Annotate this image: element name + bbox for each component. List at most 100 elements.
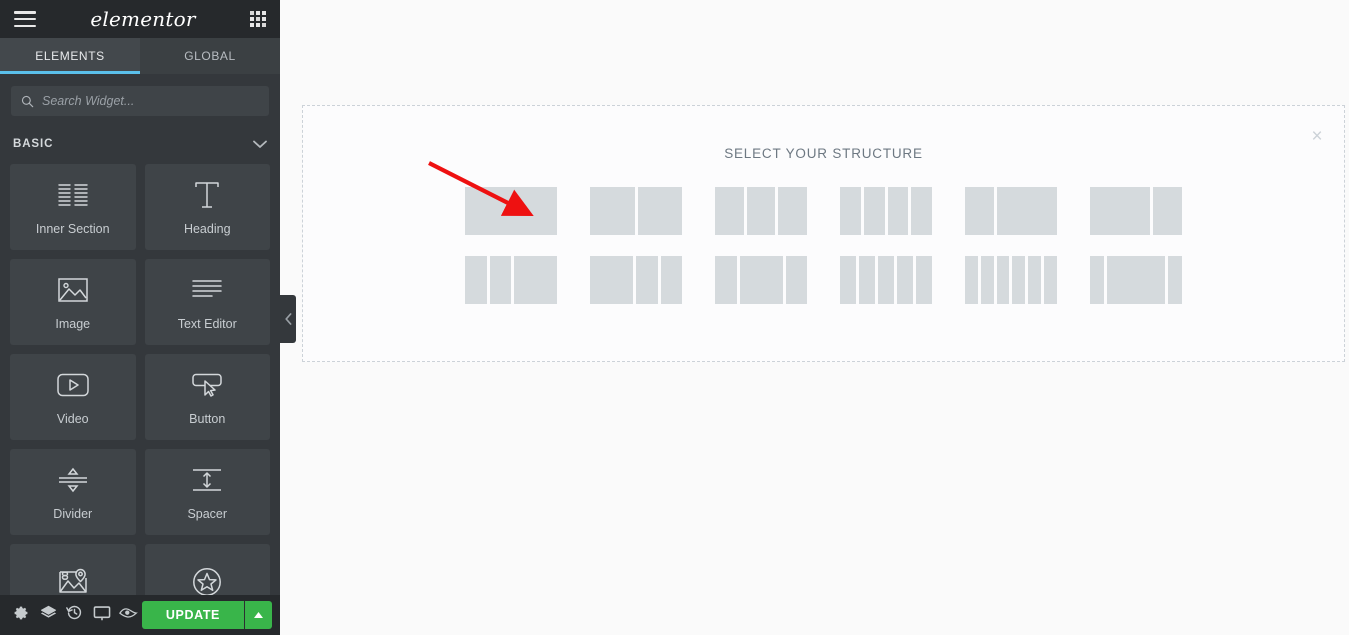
widget-divider[interactable]: Divider xyxy=(10,449,136,535)
section-basic-title: BASIC xyxy=(13,138,54,150)
widget-heading[interactable]: Heading xyxy=(144,164,270,250)
monitor-icon xyxy=(93,604,111,627)
eye-icon xyxy=(119,606,138,625)
panel-footer-bar: UPDATE xyxy=(0,595,280,635)
star-circle-icon xyxy=(192,566,222,598)
divider-icon xyxy=(58,464,88,496)
editor-canvas: × SELECT YOUR STRUCTURE xyxy=(280,0,1349,635)
widget-spacer[interactable]: Spacer xyxy=(144,449,270,535)
structure-preset-33-33-33[interactable] xyxy=(715,187,808,235)
caret-up-icon xyxy=(254,612,263,618)
update-button[interactable]: UPDATE xyxy=(141,601,244,629)
structure-preset-25-50-25[interactable] xyxy=(715,256,807,304)
preset-column xyxy=(997,187,1057,235)
preset-column xyxy=(1168,256,1183,304)
preset-column xyxy=(863,187,885,235)
text-editor-icon xyxy=(192,274,222,306)
section-basic-header[interactable]: BASIC xyxy=(0,124,280,164)
image-icon xyxy=(58,274,88,306)
preset-column xyxy=(980,256,994,304)
update-options-caret[interactable] xyxy=(244,601,272,629)
structure-title: SELECT YOUR STRUCTURE xyxy=(724,146,923,161)
search-icon xyxy=(21,95,34,107)
preset-column xyxy=(660,256,682,304)
navigator-button[interactable] xyxy=(35,595,62,635)
widget-video[interactable]: Video xyxy=(10,354,136,440)
new-section-dropzone[interactable]: × SELECT YOUR STRUCTURE xyxy=(302,105,1345,362)
tab-elements-label: ELEMENTS xyxy=(35,49,105,63)
history-clock-icon xyxy=(66,604,83,626)
preset-column xyxy=(965,187,995,235)
search-widget-box[interactable] xyxy=(11,86,269,116)
widget-label: Spacer xyxy=(187,506,228,521)
preview-button[interactable] xyxy=(115,595,142,635)
preset-column xyxy=(715,187,744,235)
responsive-button[interactable] xyxy=(88,595,115,635)
widgets-panel: elementor ELEMENTS GLOBAL Search Widget.… xyxy=(0,0,296,635)
preset-column xyxy=(965,256,978,304)
preset-column xyxy=(465,187,557,235)
widget-grid: Inner Section Heading Image Text Editor … xyxy=(0,164,280,630)
panel-tabs: ELEMENTS GLOBAL xyxy=(0,38,280,74)
close-icon[interactable]: × xyxy=(1307,127,1327,147)
heading-t-icon xyxy=(192,179,222,211)
structure-preset-20-20-20-20-20[interactable] xyxy=(840,256,932,304)
structure-preset-16-16-16-16-16-16[interactable] xyxy=(965,256,1057,304)
preset-column xyxy=(489,256,511,304)
search-wrapper xyxy=(0,74,280,116)
elementor-logo: elementor xyxy=(90,7,196,31)
preset-column xyxy=(1012,256,1026,304)
widget-label: Button xyxy=(189,411,226,426)
settings-button[interactable] xyxy=(8,595,35,635)
preset-column xyxy=(636,256,658,304)
structure-preset-50-25-25[interactable] xyxy=(590,256,682,304)
preset-column xyxy=(746,187,776,235)
preset-column xyxy=(878,256,894,304)
panel-body: BASIC xyxy=(0,74,280,635)
widget-label: Image xyxy=(55,316,91,331)
preset-column xyxy=(1090,187,1150,235)
preset-column xyxy=(778,187,808,235)
history-button[interactable] xyxy=(62,595,89,635)
tab-elements[interactable]: ELEMENTS xyxy=(0,38,140,74)
preset-column xyxy=(840,187,861,235)
preset-column xyxy=(897,256,913,304)
panel-collapse-handle[interactable] xyxy=(280,295,296,343)
widget-text-editor[interactable]: Text Editor xyxy=(144,259,270,345)
preset-column xyxy=(859,256,875,304)
preset-column xyxy=(637,187,682,235)
structure-preset-50-50[interactable] xyxy=(590,187,682,235)
preset-column xyxy=(911,187,932,235)
preset-column xyxy=(590,256,633,304)
structure-preset-25-25-50[interactable] xyxy=(465,256,557,304)
layers-icon xyxy=(40,604,57,626)
hamburger-icon[interactable] xyxy=(14,11,36,27)
structure-preset-100[interactable] xyxy=(465,187,557,235)
structure-preset-16-66-16[interactable] xyxy=(1090,256,1183,304)
preset-column xyxy=(715,256,737,304)
structure-preset-66-33[interactable] xyxy=(1090,187,1182,235)
widget-label: Heading xyxy=(183,221,231,236)
grid-apps-icon[interactable] xyxy=(249,11,266,27)
preset-column xyxy=(887,187,909,235)
widget-button[interactable]: Button xyxy=(144,354,270,440)
widget-label: Divider xyxy=(53,506,93,521)
preset-column xyxy=(916,256,932,304)
chevron-left-icon xyxy=(284,313,291,325)
chevron-down-icon[interactable] xyxy=(253,138,267,151)
structure-preset-25-25-25-25[interactable] xyxy=(840,187,932,235)
button-cursor-icon xyxy=(191,369,223,401)
preset-row-2 xyxy=(303,256,1344,304)
tab-global[interactable]: GLOBAL xyxy=(140,38,280,74)
preset-row-1 xyxy=(303,187,1344,235)
widget-label: Video xyxy=(56,411,89,426)
video-play-icon xyxy=(57,369,89,401)
search-input[interactable] xyxy=(42,94,259,108)
widget-inner-section[interactable]: Inner Section xyxy=(10,164,136,250)
preset-column xyxy=(465,256,487,304)
gear-icon xyxy=(13,605,29,626)
update-button-group: UPDATE xyxy=(141,601,272,629)
structure-preset-33-66[interactable] xyxy=(965,187,1057,235)
widget-image[interactable]: Image xyxy=(10,259,136,345)
preset-column xyxy=(996,256,1010,304)
